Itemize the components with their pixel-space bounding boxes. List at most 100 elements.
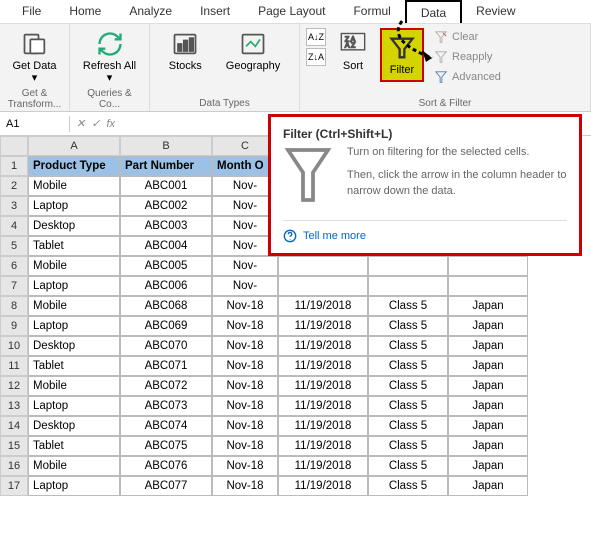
cell[interactable]: Japan: [448, 336, 528, 356]
cell[interactable]: [278, 256, 368, 276]
cell[interactable]: ABC003: [120, 216, 212, 236]
cell[interactable]: ABC071: [120, 356, 212, 376]
cell[interactable]: Japan: [448, 476, 528, 496]
filter-button[interactable]: Filter: [384, 32, 420, 78]
cell[interactable]: Japan: [448, 416, 528, 436]
cell[interactable]: 11/19/2018: [278, 476, 368, 496]
row-header-3[interactable]: 3: [0, 196, 28, 216]
cell[interactable]: Nov-18: [212, 376, 278, 396]
cell[interactable]: ABC076: [120, 456, 212, 476]
cell[interactable]: ABC002: [120, 196, 212, 216]
row-header-5[interactable]: 5: [0, 236, 28, 256]
fx-label[interactable]: fx: [106, 118, 115, 130]
row-header-2[interactable]: 2: [0, 176, 28, 196]
cell[interactable]: Nov-18: [212, 336, 278, 356]
cell[interactable]: 11/19/2018: [278, 416, 368, 436]
tab-review[interactable]: Review: [462, 0, 529, 23]
cell[interactable]: Nov-18: [212, 416, 278, 436]
cell[interactable]: Nov-18: [212, 356, 278, 376]
sort-az-button[interactable]: A↓Z: [306, 28, 326, 46]
cell[interactable]: Class 5: [368, 356, 448, 376]
row-header-1[interactable]: 1: [0, 156, 28, 176]
cell[interactable]: ABC073: [120, 396, 212, 416]
cell[interactable]: Desktop: [28, 216, 120, 236]
tab-formulas[interactable]: Formul: [339, 0, 404, 23]
cell[interactable]: ABC001: [120, 176, 212, 196]
cell[interactable]: Desktop: [28, 336, 120, 356]
clear-button[interactable]: Clear: [432, 28, 503, 46]
cell[interactable]: ABC069: [120, 316, 212, 336]
cell[interactable]: Japan: [448, 396, 528, 416]
row-header-16[interactable]: 16: [0, 456, 28, 476]
cell[interactable]: [368, 276, 448, 296]
cell[interactable]: ABC077: [120, 476, 212, 496]
cell[interactable]: ABC075: [120, 436, 212, 456]
tab-file[interactable]: File: [8, 0, 55, 23]
cell[interactable]: Tablet: [28, 236, 120, 256]
sort-za-button[interactable]: Z↓A: [306, 48, 326, 66]
cell[interactable]: Japan: [448, 316, 528, 336]
tab-page-layout[interactable]: Page Layout: [244, 0, 339, 23]
cell[interactable]: Mobile: [28, 256, 120, 276]
cell[interactable]: Laptop: [28, 196, 120, 216]
table-header-cell[interactable]: Part Number: [120, 156, 212, 176]
tab-analyze[interactable]: Analyze: [115, 0, 186, 23]
table-header-cell[interactable]: Product Type: [28, 156, 120, 176]
cell[interactable]: ABC004: [120, 236, 212, 256]
col-header-B[interactable]: B: [120, 136, 212, 156]
cell[interactable]: 11/19/2018: [278, 376, 368, 396]
select-all-corner[interactable]: [0, 136, 28, 156]
reapply-button[interactable]: Reapply: [432, 48, 503, 66]
col-header-A[interactable]: A: [28, 136, 120, 156]
cell[interactable]: Mobile: [28, 296, 120, 316]
advanced-button[interactable]: Advanced: [432, 68, 503, 86]
refresh-all-button[interactable]: Refresh All ▾: [76, 28, 143, 86]
cell[interactable]: [448, 256, 528, 276]
cell[interactable]: ABC070: [120, 336, 212, 356]
cell[interactable]: Class 5: [368, 316, 448, 336]
cell[interactable]: Japan: [448, 356, 528, 376]
cell[interactable]: Nov-18: [212, 476, 278, 496]
cell[interactable]: Class 5: [368, 416, 448, 436]
get-data-button[interactable]: Get Data ▾: [6, 28, 63, 86]
cell[interactable]: Nov-18: [212, 456, 278, 476]
cell[interactable]: Japan: [448, 376, 528, 396]
cell[interactable]: 11/19/2018: [278, 436, 368, 456]
row-header-6[interactable]: 6: [0, 256, 28, 276]
tab-home[interactable]: Home: [55, 0, 115, 23]
cell[interactable]: Mobile: [28, 376, 120, 396]
cell[interactable]: Nov-18: [212, 396, 278, 416]
row-header-11[interactable]: 11: [0, 356, 28, 376]
cell[interactable]: Mobile: [28, 456, 120, 476]
cell[interactable]: Laptop: [28, 276, 120, 296]
cell[interactable]: Nov-18: [212, 436, 278, 456]
cell[interactable]: 11/19/2018: [278, 336, 368, 356]
cell[interactable]: Japan: [448, 456, 528, 476]
row-header-15[interactable]: 15: [0, 436, 28, 456]
cell[interactable]: 11/19/2018: [278, 296, 368, 316]
cell[interactable]: [278, 276, 368, 296]
cell[interactable]: Class 5: [368, 296, 448, 316]
cell[interactable]: ABC074: [120, 416, 212, 436]
cell[interactable]: ABC068: [120, 296, 212, 316]
stocks-button[interactable]: Stocks: [165, 28, 206, 74]
cell[interactable]: Nov-18: [212, 296, 278, 316]
tab-data[interactable]: Data: [405, 0, 462, 23]
cell[interactable]: Japan: [448, 296, 528, 316]
cell[interactable]: Class 5: [368, 436, 448, 456]
row-header-4[interactable]: 4: [0, 216, 28, 236]
cell[interactable]: Mobile: [28, 176, 120, 196]
tab-insert[interactable]: Insert: [186, 0, 244, 23]
cell[interactable]: Class 5: [368, 336, 448, 356]
fx-confirm[interactable]: ✓: [91, 117, 100, 130]
cell[interactable]: Nov-: [212, 256, 278, 276]
cell[interactable]: Laptop: [28, 396, 120, 416]
row-header-17[interactable]: 17: [0, 476, 28, 496]
row-header-13[interactable]: 13: [0, 396, 28, 416]
row-header-10[interactable]: 10: [0, 336, 28, 356]
cell[interactable]: Nov-: [212, 276, 278, 296]
sort-button[interactable]: Z AA Z Sort: [334, 28, 372, 74]
cell[interactable]: 11/19/2018: [278, 356, 368, 376]
row-header-14[interactable]: 14: [0, 416, 28, 436]
cell[interactable]: Nov-18: [212, 316, 278, 336]
